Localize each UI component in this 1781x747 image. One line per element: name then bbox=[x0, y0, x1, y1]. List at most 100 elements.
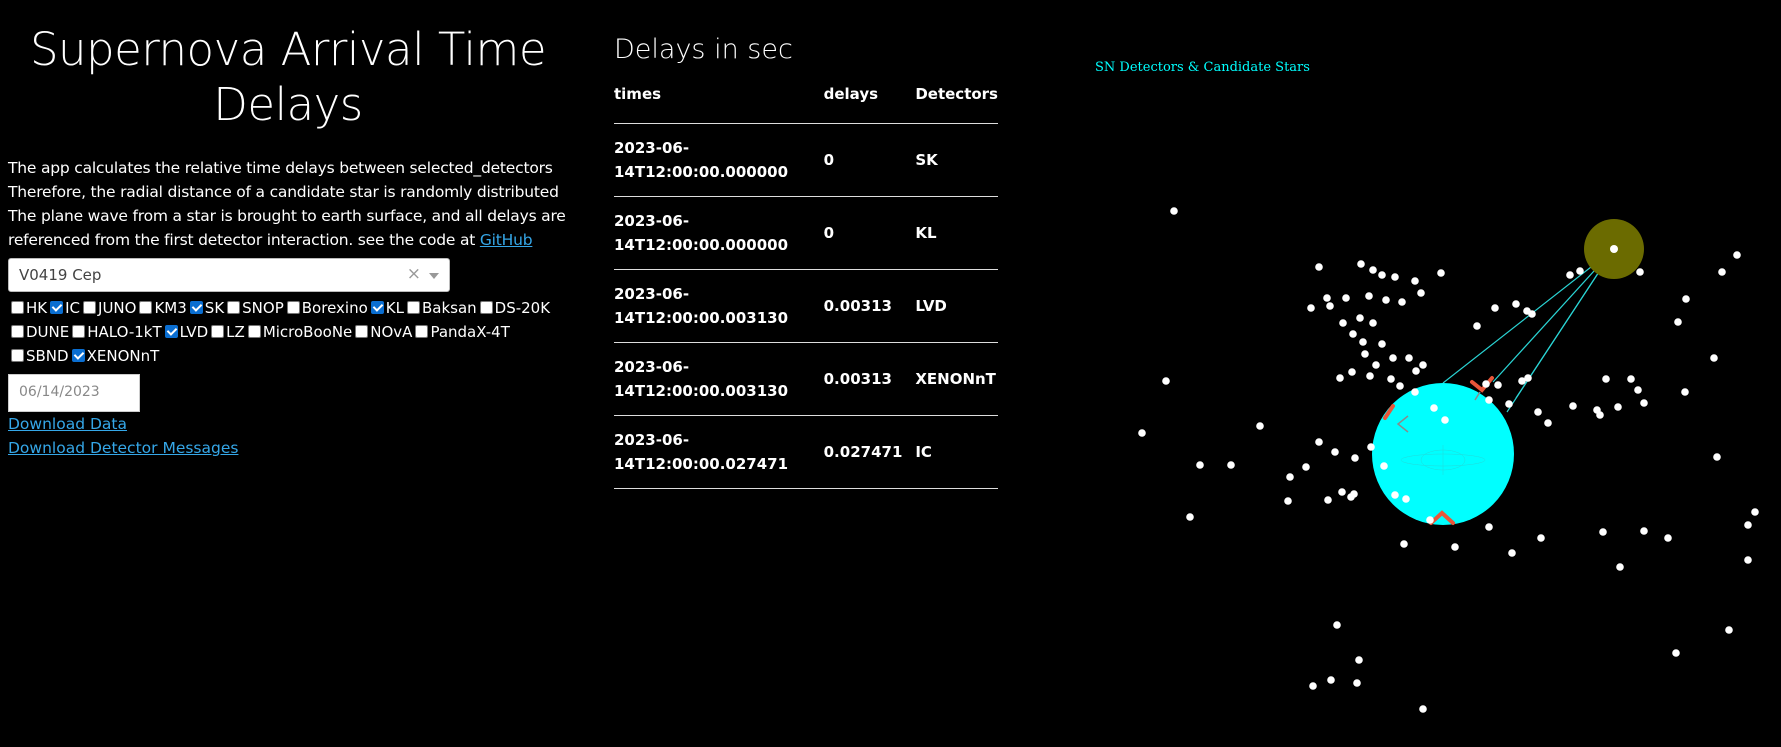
star-point[interactable] bbox=[1751, 508, 1759, 516]
star-point[interactable] bbox=[1412, 367, 1420, 375]
checkbox[interactable] bbox=[247, 325, 261, 338]
detector-checkbox-snop[interactable]: SNOP bbox=[224, 296, 284, 320]
star-point[interactable] bbox=[1569, 402, 1577, 410]
star-point[interactable] bbox=[1369, 319, 1377, 327]
star-point[interactable] bbox=[1336, 374, 1344, 382]
download-data-link[interactable]: Download Data bbox=[8, 412, 568, 436]
detector-checkbox-ic[interactable]: IC bbox=[47, 296, 80, 320]
star-point[interactable] bbox=[1331, 448, 1339, 456]
star-point[interactable] bbox=[1534, 408, 1542, 416]
star-point[interactable] bbox=[1382, 296, 1390, 304]
detector-checkbox-sk[interactable]: SK bbox=[187, 296, 224, 320]
star-point[interactable] bbox=[1372, 361, 1380, 369]
checkbox[interactable] bbox=[139, 301, 153, 314]
star-point[interactable] bbox=[1378, 271, 1386, 279]
star-point[interactable] bbox=[1528, 310, 1536, 318]
star-point[interactable] bbox=[1508, 549, 1516, 557]
star-point[interactable] bbox=[1342, 294, 1350, 302]
checkbox[interactable] bbox=[227, 301, 241, 314]
star-point[interactable] bbox=[1369, 266, 1377, 274]
checkbox[interactable] bbox=[11, 325, 24, 338]
star-point[interactable] bbox=[1426, 516, 1434, 524]
star-point[interactable] bbox=[1566, 271, 1574, 279]
star-point[interactable] bbox=[1326, 302, 1334, 310]
star-point[interactable] bbox=[1419, 361, 1427, 369]
star-point[interactable] bbox=[1256, 422, 1264, 430]
star-point[interactable] bbox=[1537, 534, 1545, 542]
star-point[interactable] bbox=[1681, 388, 1689, 396]
star-point[interactable] bbox=[1323, 294, 1331, 302]
star-point[interactable] bbox=[1355, 656, 1363, 664]
star-point[interactable] bbox=[1512, 300, 1520, 308]
detector-checkbox-lz[interactable]: LZ bbox=[208, 320, 245, 344]
detector-checkbox-pandax-4t[interactable]: PandaX-4T bbox=[412, 320, 510, 344]
star-select[interactable]: V0419 Cep × bbox=[8, 258, 450, 292]
star-point[interactable] bbox=[1333, 621, 1341, 629]
star-point[interactable] bbox=[1284, 497, 1292, 505]
chevron-down-icon[interactable] bbox=[429, 273, 439, 279]
detector-checkbox-dune[interactable]: DUNE bbox=[8, 320, 69, 344]
star-point[interactable] bbox=[1411, 277, 1419, 285]
star-point[interactable] bbox=[1324, 496, 1332, 504]
star-point[interactable] bbox=[1138, 429, 1146, 437]
star-point[interactable] bbox=[1365, 292, 1373, 300]
detector-checkbox-juno[interactable]: JUNO bbox=[80, 296, 136, 320]
star-point[interactable] bbox=[1402, 495, 1410, 503]
star-point[interactable] bbox=[1391, 491, 1399, 499]
checkbox[interactable] bbox=[370, 301, 384, 314]
star-point[interactable] bbox=[1357, 260, 1365, 268]
star-point[interactable] bbox=[1367, 443, 1375, 451]
star-point[interactable] bbox=[1170, 207, 1178, 215]
star-point[interactable] bbox=[1338, 488, 1346, 496]
detector-checkbox-sbnd[interactable]: SBND bbox=[8, 344, 69, 368]
star-point[interactable] bbox=[1419, 705, 1427, 713]
star-point[interactable] bbox=[1544, 419, 1552, 427]
star-point[interactable] bbox=[1339, 319, 1347, 327]
star-point[interactable] bbox=[1356, 314, 1364, 322]
star-point[interactable] bbox=[1616, 563, 1624, 571]
star-point[interactable] bbox=[1485, 396, 1493, 404]
detector-checkbox-hk[interactable]: HK bbox=[8, 296, 47, 320]
star-point[interactable] bbox=[1491, 304, 1499, 312]
star-point[interactable] bbox=[1473, 322, 1481, 330]
detector-checkbox-ds-20k[interactable]: DS-20K bbox=[477, 296, 550, 320]
star-point[interactable] bbox=[1430, 404, 1438, 412]
star-point[interactable] bbox=[1351, 454, 1359, 462]
star-point[interactable] bbox=[1380, 462, 1388, 470]
star-point[interactable] bbox=[1309, 682, 1317, 690]
star-point[interactable] bbox=[1634, 386, 1642, 394]
star-point[interactable] bbox=[1396, 382, 1404, 390]
star-point[interactable] bbox=[1359, 338, 1367, 346]
star-point[interactable] bbox=[1718, 268, 1726, 276]
star-point[interactable] bbox=[1417, 289, 1425, 297]
star-point[interactable] bbox=[1437, 269, 1445, 277]
star-point[interactable] bbox=[1441, 416, 1449, 424]
star-point[interactable] bbox=[1485, 523, 1493, 531]
star-point[interactable] bbox=[1315, 438, 1323, 446]
detector-star-plot[interactable]: SN Detectors & Candidate Stars bbox=[1040, 40, 1781, 747]
detector-checkbox-borexino[interactable]: Borexino bbox=[284, 296, 368, 320]
checkbox[interactable] bbox=[72, 325, 86, 338]
detector-checkbox-halo-1kt[interactable]: HALO-1kT bbox=[69, 320, 162, 344]
star-point[interactable] bbox=[1640, 527, 1648, 535]
checkbox[interactable] bbox=[71, 349, 85, 362]
star-point[interactable] bbox=[1710, 354, 1718, 362]
star-point[interactable] bbox=[1682, 295, 1690, 303]
star-point[interactable] bbox=[1327, 676, 1335, 684]
star-point[interactable] bbox=[1664, 534, 1672, 542]
star-point[interactable] bbox=[1389, 354, 1397, 362]
star-point[interactable] bbox=[1196, 461, 1204, 469]
star-point[interactable] bbox=[1349, 330, 1357, 338]
star-point[interactable] bbox=[1674, 318, 1682, 326]
star-point[interactable] bbox=[1713, 453, 1721, 461]
star-point[interactable] bbox=[1400, 540, 1408, 548]
star-point[interactable] bbox=[1307, 304, 1315, 312]
star-point[interactable] bbox=[1227, 461, 1235, 469]
star-point[interactable] bbox=[1315, 263, 1323, 271]
star-point[interactable] bbox=[1361, 350, 1369, 358]
star-point[interactable] bbox=[1451, 543, 1459, 551]
star-point[interactable] bbox=[1347, 493, 1355, 501]
checkbox[interactable] bbox=[50, 301, 64, 314]
star-point[interactable] bbox=[1378, 340, 1386, 348]
github-link[interactable]: GitHub bbox=[480, 231, 533, 249]
